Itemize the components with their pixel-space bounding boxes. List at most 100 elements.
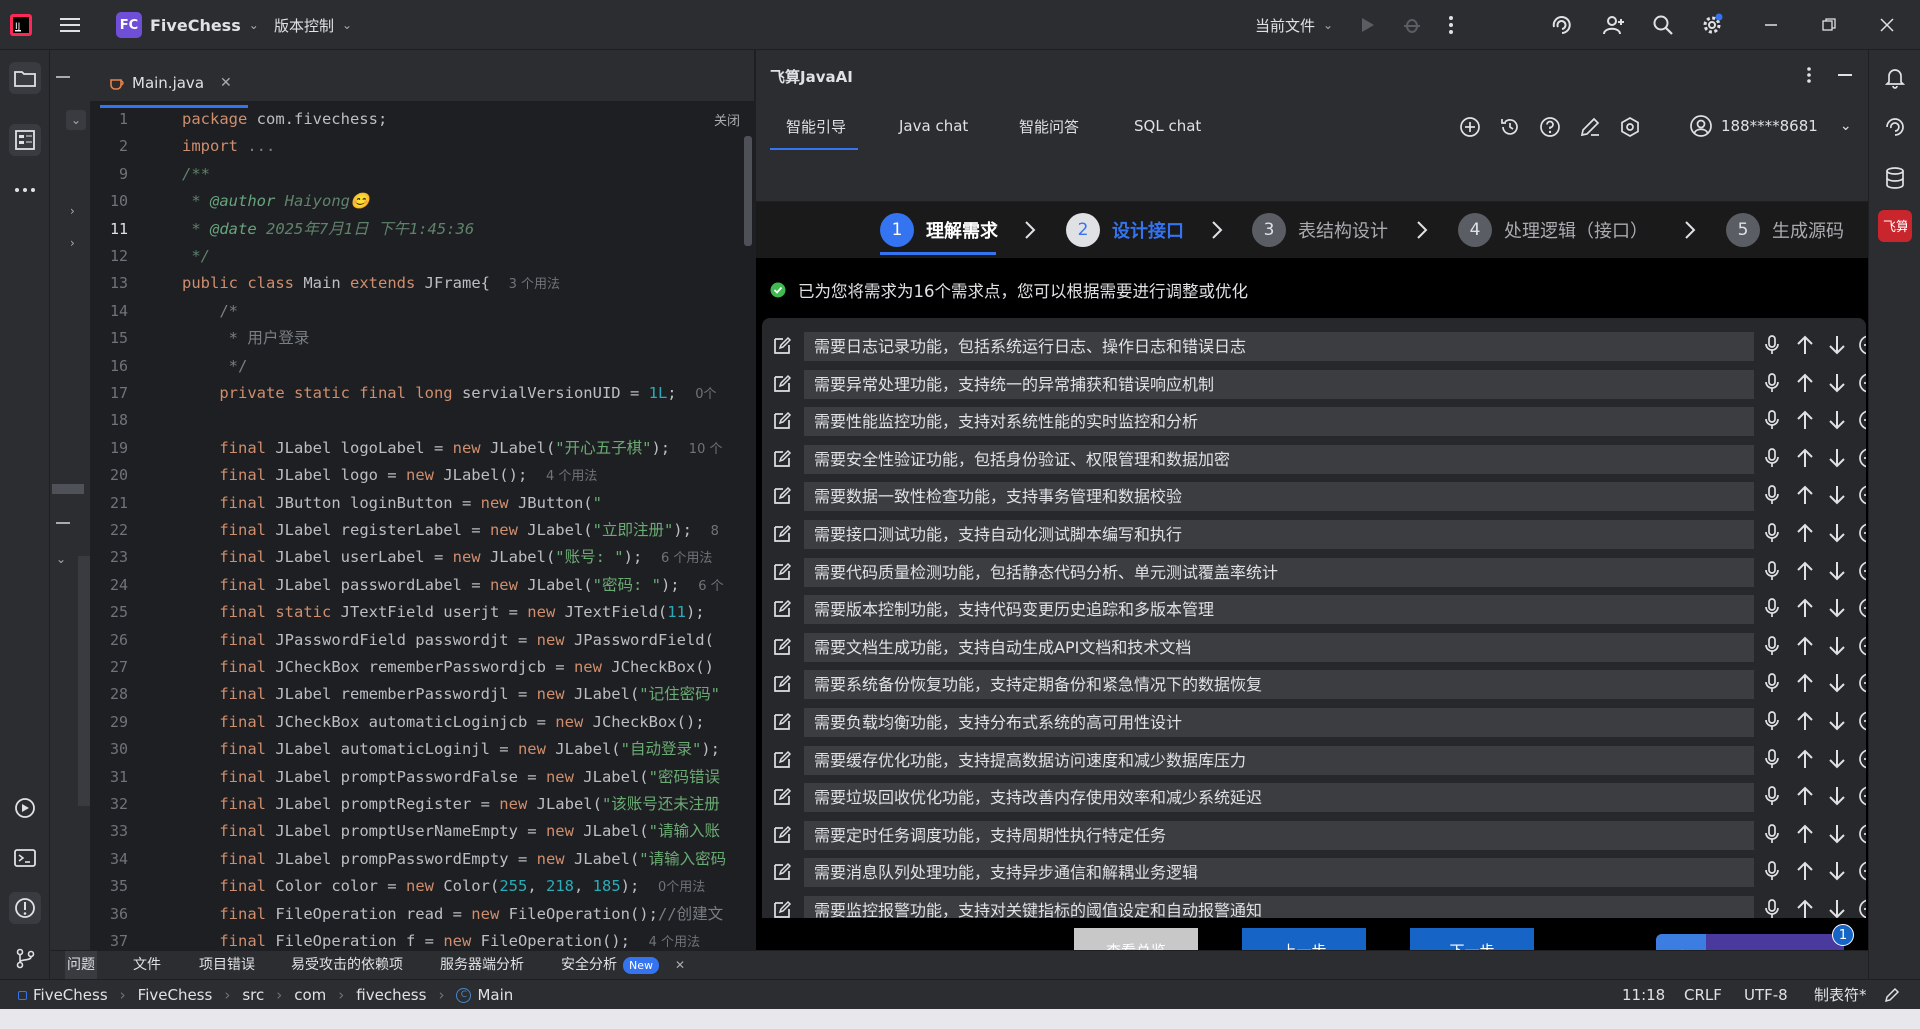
microphone-icon[interactable] (1762, 785, 1788, 807)
requirement-text[interactable]: 需要接口测试功能，支持自动化测试脚本编写和执行 (804, 520, 1754, 549)
code-line[interactable]: private static final long servialVersion… (182, 380, 716, 407)
arrow-down-icon[interactable] (1826, 672, 1852, 694)
ai-assistant-icon[interactable] (1550, 0, 1574, 50)
edit-icon[interactable] (772, 900, 792, 918)
code-line[interactable]: final static JTextField userjt = new JTe… (182, 599, 704, 626)
project-switcher[interactable]: FC FiveChess ⌄ (116, 0, 259, 50)
arrow-up-icon[interactable] (1794, 785, 1820, 807)
requirement-text[interactable]: 需要异常处理功能，支持统一的异常捕获和错误响应机制 (804, 369, 1754, 399)
add-circle-icon[interactable] (1858, 898, 1866, 918)
tab-sql-chat[interactable]: SQL chat (1134, 102, 1201, 150)
edit-icon[interactable] (772, 862, 792, 882)
code-line[interactable]: final JLabel promptPasswordFalse = new J… (182, 764, 720, 791)
code-line[interactable]: final JLabel logo = new JLabel(); 4 个用法 (182, 462, 597, 489)
arrow-up-icon[interactable] (1794, 823, 1820, 845)
code-line[interactable]: public class Main extends JFrame{ 3 个用法 (182, 270, 560, 297)
add-circle-icon[interactable] (1858, 597, 1866, 619)
new-chat-icon[interactable] (1459, 116, 1481, 138)
arrow-down-icon[interactable] (1826, 447, 1852, 469)
restore-icon[interactable] (1822, 0, 1836, 50)
terminal-icon[interactable] (9, 842, 41, 874)
structure-icon[interactable] (9, 124, 41, 156)
microphone-icon[interactable] (1762, 898, 1788, 918)
tab-vulnerable-deps[interactable]: 易受攻击的依赖项 (291, 951, 403, 980)
ai-chat-icon[interactable] (1879, 112, 1911, 144)
more-actions-icon[interactable] (1448, 0, 1454, 50)
tab-files[interactable]: 文件 (133, 951, 161, 980)
code-line[interactable]: * @date 2025年7月1日 下午1:45:36 (182, 216, 474, 243)
requirement-text[interactable]: 需要系统备份恢复功能，支持定期备份和紧急情况下的数据恢复 (804, 670, 1754, 700)
requirement-text[interactable]: 需要负载均衡功能，支持分布式系统的高可用性设计 (804, 708, 1754, 737)
services-icon[interactable] (9, 792, 41, 824)
hide-panel-icon[interactable] (56, 522, 70, 524)
git-icon[interactable] (9, 942, 41, 974)
problems-icon[interactable] (9, 892, 41, 924)
code-line[interactable]: final JCheckBox rememberPasswordjcb = ne… (182, 654, 714, 681)
arrow-up-icon[interactable] (1794, 860, 1820, 882)
code-line[interactable]: final JPasswordField passwordjt = new JP… (182, 627, 714, 654)
code-line[interactable]: * 用户登录 (182, 325, 310, 352)
microphone-icon[interactable] (1762, 560, 1788, 582)
requirement-text[interactable]: 需要缓存优化功能，支持提高数据访问速度和减少数据库压力 (804, 745, 1754, 775)
code-area[interactable]: package com.fivechess;import ...›/** * @… (182, 102, 754, 979)
requirement-text[interactable]: 需要消息队列处理功能，支持异步通信和解耦业务逻辑 (804, 858, 1754, 888)
arrow-down-icon[interactable] (1826, 823, 1852, 845)
microphone-icon[interactable] (1762, 710, 1788, 732)
microphone-icon[interactable] (1762, 484, 1788, 506)
code-line[interactable]: /** (182, 161, 210, 188)
breadcrumb-item[interactable]: com (294, 980, 326, 1010)
history-icon[interactable] (1499, 116, 1521, 138)
add-circle-icon[interactable] (1858, 522, 1866, 544)
code-line[interactable]: import ...› (182, 133, 275, 160)
chevron-down-icon[interactable]: ⌄ (66, 110, 86, 130)
close-tab-icon[interactable]: ✕ (220, 75, 232, 91)
edit-icon[interactable] (772, 674, 792, 694)
arrow-down-icon[interactable] (1826, 372, 1852, 394)
arrow-down-icon[interactable] (1826, 748, 1852, 770)
arrow-down-icon[interactable] (1826, 635, 1852, 657)
edit-icon[interactable] (772, 449, 792, 469)
microphone-icon[interactable] (1762, 522, 1788, 544)
code-line[interactable]: */ (182, 353, 248, 380)
settings-icon[interactable] (1619, 116, 1641, 138)
run-config-selector[interactable]: 当前文件 ⌄ (1255, 0, 1333, 50)
add-user-icon[interactable] (1602, 0, 1626, 50)
code-line[interactable]: final Color color = new Color(255, 218, … (182, 873, 705, 900)
microphone-icon[interactable] (1762, 372, 1788, 394)
edit-icon[interactable] (772, 411, 792, 431)
microphone-icon[interactable] (1762, 635, 1788, 657)
indent-setting[interactable]: 制表符* (1814, 980, 1867, 1010)
arrow-up-icon[interactable] (1794, 484, 1820, 506)
arrow-up-icon[interactable] (1794, 522, 1820, 544)
arrow-down-icon[interactable] (1826, 560, 1852, 582)
editor-scrollbar[interactable] (744, 136, 752, 246)
code-line[interactable]: final JButton loginButton = new JButton(… (182, 490, 602, 517)
code-line[interactable]: final JLabel passwordLabel = new JLabel(… (182, 572, 723, 599)
arrow-down-icon[interactable] (1826, 710, 1852, 732)
step-2[interactable]: 2 设计接口 (1066, 210, 1184, 250)
file-encoding[interactable]: UTF-8 (1744, 980, 1788, 1010)
add-circle-icon[interactable] (1858, 334, 1866, 356)
code-line[interactable]: final JLabel promptUserNameEmpty = new J… (182, 818, 720, 845)
add-circle-icon[interactable] (1858, 710, 1866, 732)
requirement-text[interactable]: 需要文档生成功能，支持自动生成API文档和技术文档 (804, 632, 1754, 662)
arrow-up-icon[interactable] (1794, 635, 1820, 657)
code-line[interactable]: /* (182, 298, 238, 325)
requirement-text[interactable]: 需要垃圾回收优化功能，支持改善内存使用效率和减少系统延迟 (804, 783, 1754, 813)
requirement-text[interactable]: 需要版本控制功能，支持代码变更历史追踪和多版本管理 (804, 595, 1754, 625)
add-circle-icon[interactable] (1858, 447, 1866, 469)
more-tools-icon[interactable] (9, 174, 41, 206)
arrow-down-icon[interactable] (1826, 860, 1852, 882)
chevron-right-icon[interactable]: › (70, 236, 75, 250)
debug-icon[interactable] (1402, 0, 1422, 50)
minimize-icon[interactable] (1764, 0, 1778, 50)
app-logo-icon[interactable]: IJ (10, 0, 32, 50)
arrow-down-icon[interactable] (1826, 898, 1852, 918)
database-icon[interactable] (1879, 162, 1911, 194)
panel-scrollbar[interactable] (78, 556, 90, 806)
edit-icon[interactable] (772, 825, 792, 845)
add-circle-icon[interactable] (1858, 748, 1866, 770)
arrow-up-icon[interactable] (1794, 560, 1820, 582)
arrow-up-icon[interactable] (1794, 748, 1820, 770)
read-only-toggle-icon[interactable] (1884, 980, 1900, 1010)
